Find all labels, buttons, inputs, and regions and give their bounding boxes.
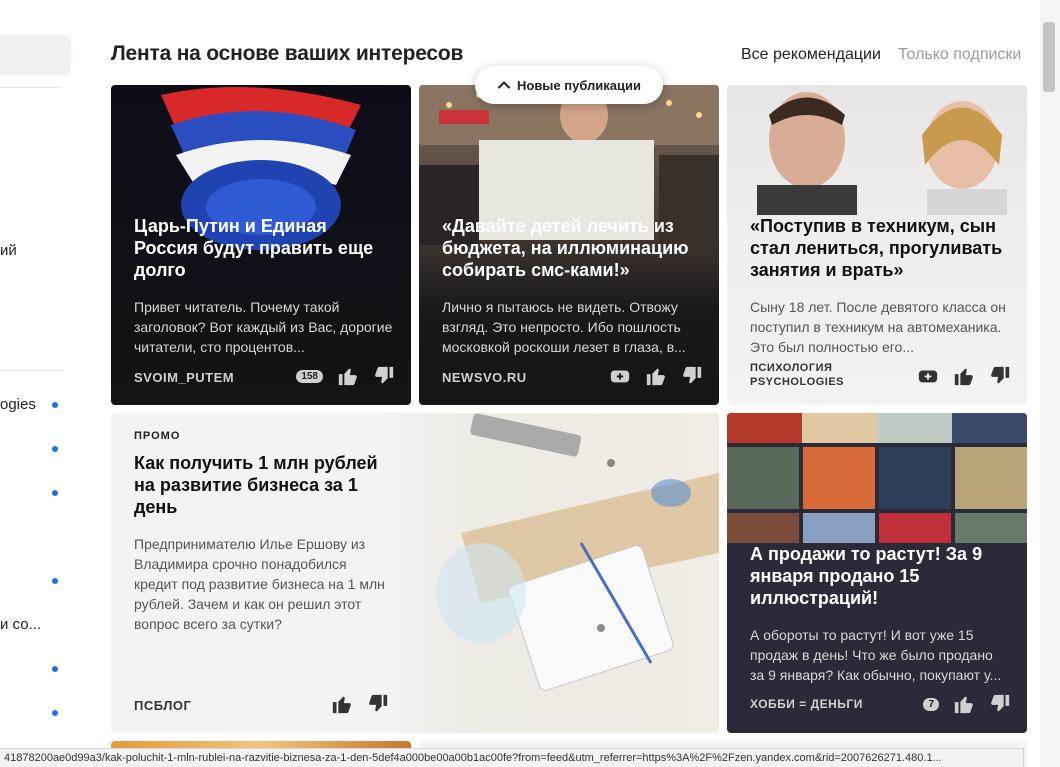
unread-dot xyxy=(52,490,58,496)
card-snippet: Сыну 18 лет. После девятого класса он по… xyxy=(750,299,1006,355)
sidebar-item-label[interactable]: и со... xyxy=(0,616,41,633)
tab-subscriptions-only[interactable]: Только подписки xyxy=(898,46,1021,64)
unread-dot xyxy=(52,666,58,672)
card-source[interactable]: SVOIM_PUTEM xyxy=(134,370,234,385)
feed-card[interactable]: Царь-Путин и Единая Россия будут править… xyxy=(111,85,411,405)
feed-card[interactable]: «Поступив в техникум, сын стал лениться,… xyxy=(727,85,1027,405)
card-title[interactable]: «Давайте детей лечить из бюджета, на илл… xyxy=(442,215,701,281)
feed-title: Лента на основе ваших интересов xyxy=(111,42,464,65)
card-snippet: А обороты то растут! И вот уже 15 продаж… xyxy=(750,627,1002,683)
card-image xyxy=(436,413,719,691)
like-icon[interactable] xyxy=(953,365,975,387)
sidebar-divider xyxy=(0,370,61,371)
card-image xyxy=(727,413,1027,543)
chevron-up-icon xyxy=(497,81,510,89)
card-title[interactable]: «Поступив в техникум, сын стал лениться,… xyxy=(750,215,1009,281)
dislike-icon[interactable] xyxy=(681,365,703,387)
sidebar-divider xyxy=(0,87,61,88)
sidebar-item-label[interactable]: ий xyxy=(0,242,17,259)
promo-card[interactable]: ПРОМО Как получить 1 млн рублей на разви… xyxy=(111,413,719,733)
card-title[interactable]: Царь-Путин и Единая Россия будут править… xyxy=(134,215,393,281)
page: ий ogies и со... Лента на основе ваших и… xyxy=(0,0,1060,767)
card-snippet: Привет читатель. Почему такой заголовок?… xyxy=(134,299,393,355)
sidebar-item-label[interactable]: ogies xyxy=(0,396,36,413)
comments-count-badge[interactable]: 158 xyxy=(296,369,323,383)
promo-label: ПРОМО xyxy=(134,430,181,442)
card-source-line: ПСИХОЛОГИЯ xyxy=(750,362,833,374)
tab-all-recommendations[interactable]: Все рекомендации xyxy=(741,46,881,64)
card-source[interactable]: ПСИХОЛОГИЯ PSYCHOLOGIES xyxy=(750,361,844,389)
new-publications-button[interactable]: Новые публикации xyxy=(475,66,663,104)
card-snippet: Предпринимателю Илье Ершову из Владимира… xyxy=(134,536,385,632)
subscribe-icon[interactable] xyxy=(917,365,939,387)
unread-dot xyxy=(52,446,58,452)
card-image xyxy=(757,92,1007,215)
subscribe-icon[interactable] xyxy=(609,365,631,387)
dislike-icon[interactable] xyxy=(989,365,1011,387)
dislike-icon[interactable] xyxy=(989,693,1011,715)
card-title[interactable]: Как получить 1 млн рублей на развитие би… xyxy=(134,452,389,518)
feed-card[interactable]: «Давайте детей лечить из бюджета, на илл… xyxy=(419,85,719,405)
unread-dot xyxy=(52,578,58,584)
card-source[interactable]: ПСБЛОГ xyxy=(134,698,191,713)
unread-dot xyxy=(52,710,58,716)
card-title[interactable]: А продажи то растут! За 9 января продано… xyxy=(750,543,1009,609)
scrollbar[interactable] xyxy=(1040,0,1060,767)
scrollbar-thumb[interactable] xyxy=(1043,22,1055,92)
feed-card[interactable]: А продажи то растут! За 9 января продано… xyxy=(727,413,1027,733)
dislike-icon[interactable] xyxy=(373,365,395,387)
like-icon[interactable] xyxy=(953,693,975,715)
like-icon[interactable] xyxy=(645,365,667,387)
card-source-line: PSYCHOLOGIES xyxy=(750,376,845,388)
like-icon[interactable] xyxy=(337,365,359,387)
card-source[interactable]: NEWSVO.RU xyxy=(442,370,527,385)
like-icon[interactable] xyxy=(331,693,353,715)
status-bar-url: 41878200ae0d99a3/kak-poluchit-1-mln-rubl… xyxy=(0,748,1024,767)
new-publications-label: Новые публикации xyxy=(516,77,641,93)
dislike-icon[interactable] xyxy=(367,693,389,715)
card-snippet: Лично я пытаюсь не видеть. Отвожу взгляд… xyxy=(442,299,686,355)
card-source[interactable]: ХОББИ = ДЕНЬГИ xyxy=(750,697,863,711)
unread-dot xyxy=(52,402,58,408)
comments-count-badge[interactable]: 7 xyxy=(923,697,939,711)
sidebar-search-box[interactable] xyxy=(0,35,71,75)
